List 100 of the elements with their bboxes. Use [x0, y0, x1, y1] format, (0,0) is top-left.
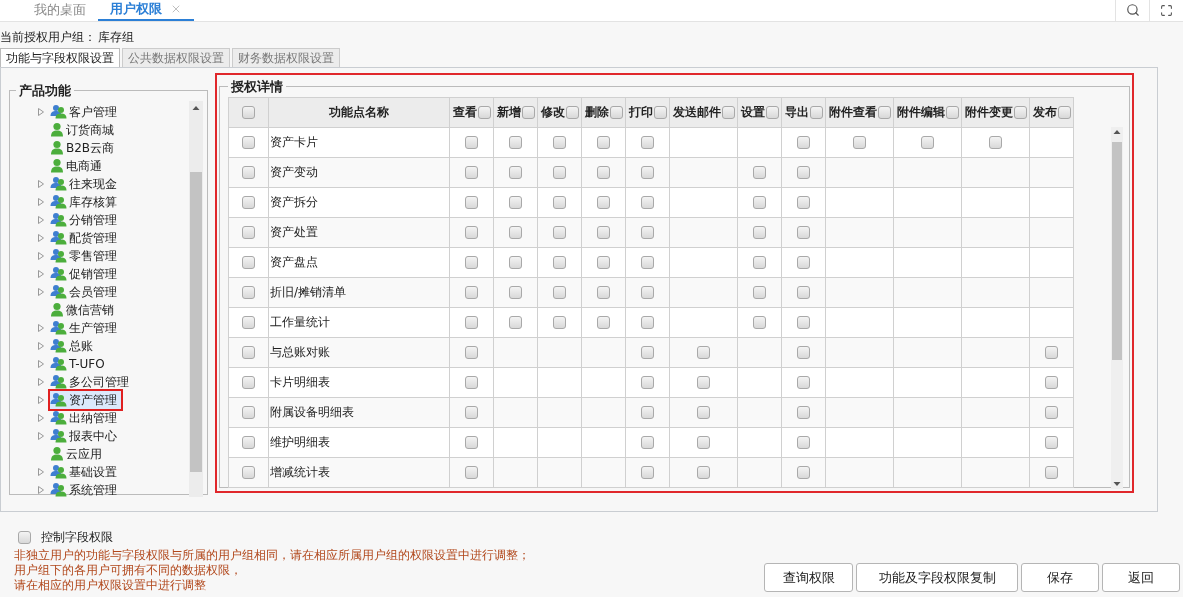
checkbox[interactable]	[553, 135, 566, 149]
checkbox[interactable]	[641, 315, 654, 329]
checkbox[interactable]	[753, 225, 766, 239]
row-checkbox[interactable]	[242, 375, 255, 389]
checkbox[interactable]	[753, 255, 766, 269]
checkbox[interactable]	[597, 165, 610, 179]
column-checkbox[interactable]	[1057, 105, 1071, 119]
tree-item[interactable]: 云应用	[50, 444, 106, 463]
tree-item[interactable]: 生产管理	[50, 318, 121, 337]
tab[interactable]: 财务数据权限设置	[232, 48, 340, 67]
checkbox[interactable]	[797, 315, 810, 329]
checkbox[interactable]	[553, 195, 566, 209]
checkbox[interactable]	[465, 435, 478, 449]
column-checkbox[interactable]	[877, 105, 891, 119]
checkbox[interactable]	[797, 285, 810, 299]
checkbox[interactable]	[797, 375, 810, 389]
checkbox[interactable]	[465, 195, 478, 209]
checkbox[interactable]	[1045, 465, 1058, 479]
checkbox[interactable]	[697, 375, 710, 389]
checkbox[interactable]	[641, 255, 654, 269]
checkbox[interactable]	[509, 225, 522, 239]
checkbox[interactable]	[597, 195, 610, 209]
checkbox[interactable]	[597, 315, 610, 329]
checkbox[interactable]	[753, 195, 766, 209]
row-checkbox[interactable]	[242, 315, 255, 329]
checkbox[interactable]	[1045, 435, 1058, 449]
tree-item[interactable]: T-UFO	[50, 354, 109, 373]
checkbox[interactable]	[465, 225, 478, 239]
action-button[interactable]: 查询权限	[764, 563, 853, 592]
checkbox[interactable]	[641, 345, 654, 359]
tree-item[interactable]: 多公司管理	[50, 372, 133, 391]
checkbox[interactable]	[465, 255, 478, 269]
column-checkbox[interactable]	[609, 105, 623, 119]
tree-item[interactable]: 出纳管理	[50, 408, 121, 427]
checkbox[interactable]	[697, 405, 710, 419]
row-checkbox[interactable]	[242, 285, 255, 299]
checkbox[interactable]	[509, 315, 522, 329]
column-checkbox[interactable]	[477, 105, 491, 119]
checkbox[interactable]	[465, 285, 478, 299]
tree-item[interactable]: 基础设置	[50, 462, 121, 481]
tree-item[interactable]: 资产管理	[50, 390, 121, 409]
checkbox[interactable]	[553, 165, 566, 179]
checkbox[interactable]	[753, 165, 766, 179]
checkbox[interactable]	[553, 255, 566, 269]
checkbox[interactable]	[797, 225, 810, 239]
column-checkbox[interactable]	[653, 105, 667, 119]
checkbox[interactable]	[697, 345, 710, 359]
checkbox[interactable]	[797, 405, 810, 419]
row-checkbox[interactable]	[242, 135, 255, 149]
fullscreen-icon[interactable]	[1160, 3, 1173, 17]
checkbox[interactable]	[553, 225, 566, 239]
checkbox[interactable]	[641, 405, 654, 419]
tree-item[interactable]: 会员管理	[50, 282, 121, 301]
scrollbar[interactable]	[1111, 126, 1123, 489]
scrollbar[interactable]	[189, 100, 203, 497]
checkbox[interactable]	[465, 315, 478, 329]
row-checkbox[interactable]	[242, 195, 255, 209]
row-checkbox[interactable]	[242, 465, 255, 479]
column-checkbox[interactable]	[721, 105, 735, 119]
checkbox[interactable]	[797, 165, 810, 179]
column-checkbox[interactable]	[809, 105, 823, 119]
checkbox[interactable]	[1045, 345, 1058, 359]
row-checkbox[interactable]	[242, 405, 255, 419]
checkbox[interactable]	[641, 225, 654, 239]
tree-item[interactable]: 促销管理	[50, 264, 121, 283]
checkbox[interactable]	[509, 135, 522, 149]
checkbox[interactable]	[509, 195, 522, 209]
checkbox[interactable]	[641, 465, 654, 479]
checkbox[interactable]	[641, 135, 654, 149]
row-checkbox[interactable]	[242, 435, 255, 449]
checkbox[interactable]	[753, 315, 766, 329]
checkbox[interactable]	[989, 135, 1002, 149]
tab[interactable]: 公共数据权限设置	[122, 48, 230, 67]
checkbox[interactable]	[465, 165, 478, 179]
checkbox[interactable]	[1045, 405, 1058, 419]
checkbox[interactable]	[797, 465, 810, 479]
checkbox[interactable]	[853, 135, 866, 149]
select-all-checkbox[interactable]	[242, 105, 255, 119]
tree-item[interactable]: 报表中心	[50, 426, 121, 445]
column-checkbox[interactable]	[565, 105, 579, 119]
checkbox[interactable]	[465, 465, 478, 479]
checkbox[interactable]	[553, 315, 566, 329]
tree-item[interactable]: 往来现金	[50, 174, 121, 193]
column-checkbox[interactable]	[1013, 105, 1027, 119]
checkbox[interactable]	[509, 165, 522, 179]
checkbox[interactable]	[465, 345, 478, 359]
tree-item[interactable]: B2B云商	[50, 138, 119, 157]
checkbox[interactable]	[553, 285, 566, 299]
checkbox[interactable]	[641, 285, 654, 299]
checkbox[interactable]	[465, 405, 478, 419]
checkbox[interactable]	[509, 285, 522, 299]
checkbox[interactable]	[18, 530, 31, 544]
checkbox[interactable]	[509, 255, 522, 269]
row-checkbox[interactable]	[242, 165, 255, 179]
tree-item[interactable]: 总账	[50, 336, 97, 355]
action-button[interactable]: 返回	[1102, 563, 1180, 592]
column-checkbox[interactable]	[521, 105, 535, 119]
tree-item[interactable]: 微信营销	[50, 300, 118, 319]
checkbox[interactable]	[597, 285, 610, 299]
checkbox[interactable]	[797, 135, 810, 149]
